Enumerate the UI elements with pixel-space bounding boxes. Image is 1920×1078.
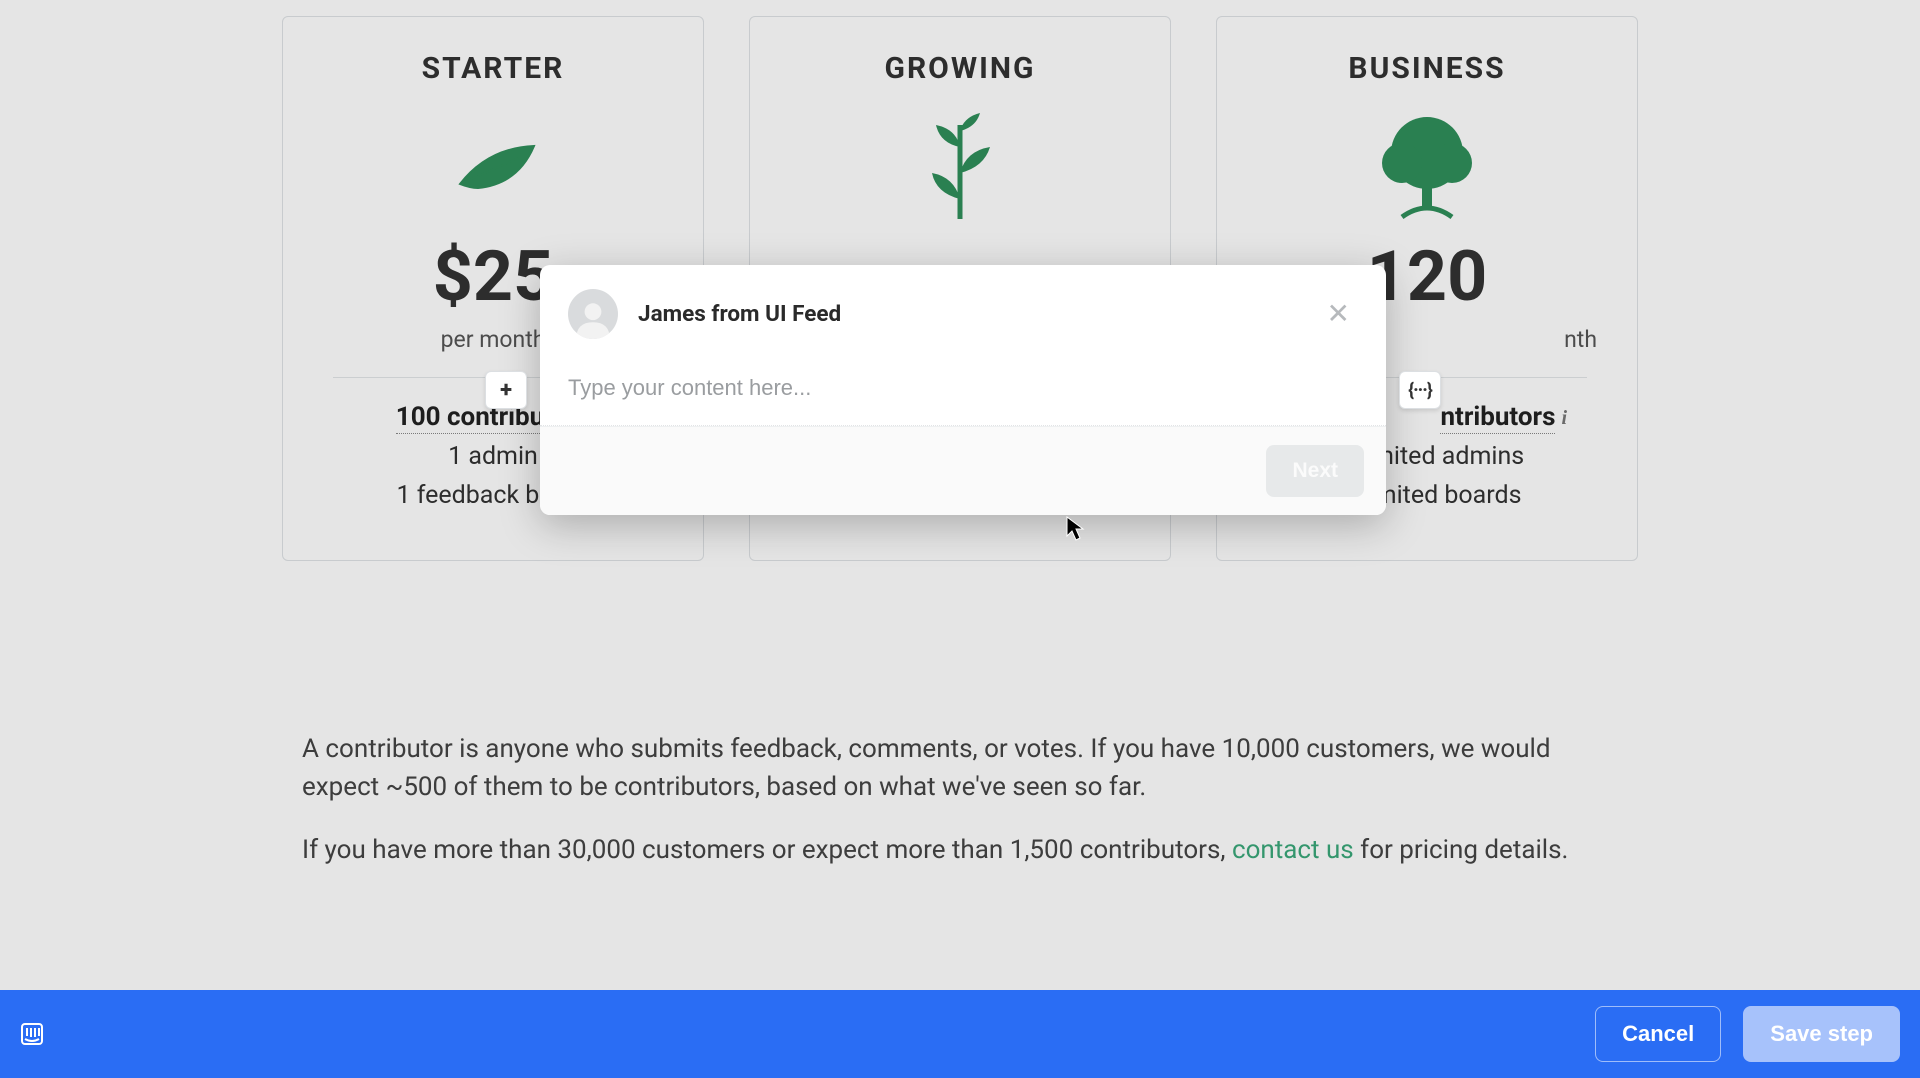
next-button[interactable]: Next xyxy=(1266,445,1364,497)
content-input[interactable] xyxy=(568,375,1358,401)
author-name: James from UI Feed xyxy=(638,301,841,327)
tree-icon xyxy=(1237,118,1617,218)
compose-modal: + {···} James from UI Feed ✕ Next xyxy=(540,265,1386,515)
plan-title: GROWING xyxy=(770,51,1150,86)
cancel-button[interactable]: Cancel xyxy=(1595,1006,1721,1062)
plan-title: BUSINESS xyxy=(1237,51,1617,86)
plan-title: STARTER xyxy=(303,51,683,86)
contact-line: If you have more than 30,000 customers o… xyxy=(302,832,1618,870)
add-block-button[interactable]: + xyxy=(485,371,527,409)
save-step-button[interactable]: Save step xyxy=(1743,1006,1900,1062)
sprout-icon xyxy=(770,118,1150,218)
author-avatar xyxy=(568,289,618,339)
leaf-icon xyxy=(303,118,683,218)
intercom-icon[interactable] xyxy=(20,1022,44,1046)
close-icon[interactable]: ✕ xyxy=(1319,296,1358,332)
contributor-explanation: A contributor is anyone who submits feed… xyxy=(302,731,1618,806)
action-bar: Cancel Save step xyxy=(0,990,1920,1078)
info-icon[interactable]: i xyxy=(1561,407,1567,429)
insert-variable-button[interactable]: {···} xyxy=(1399,371,1441,409)
contact-us-link[interactable]: contact us xyxy=(1232,835,1354,865)
pricing-description: A contributor is anyone who submits feed… xyxy=(282,731,1638,870)
